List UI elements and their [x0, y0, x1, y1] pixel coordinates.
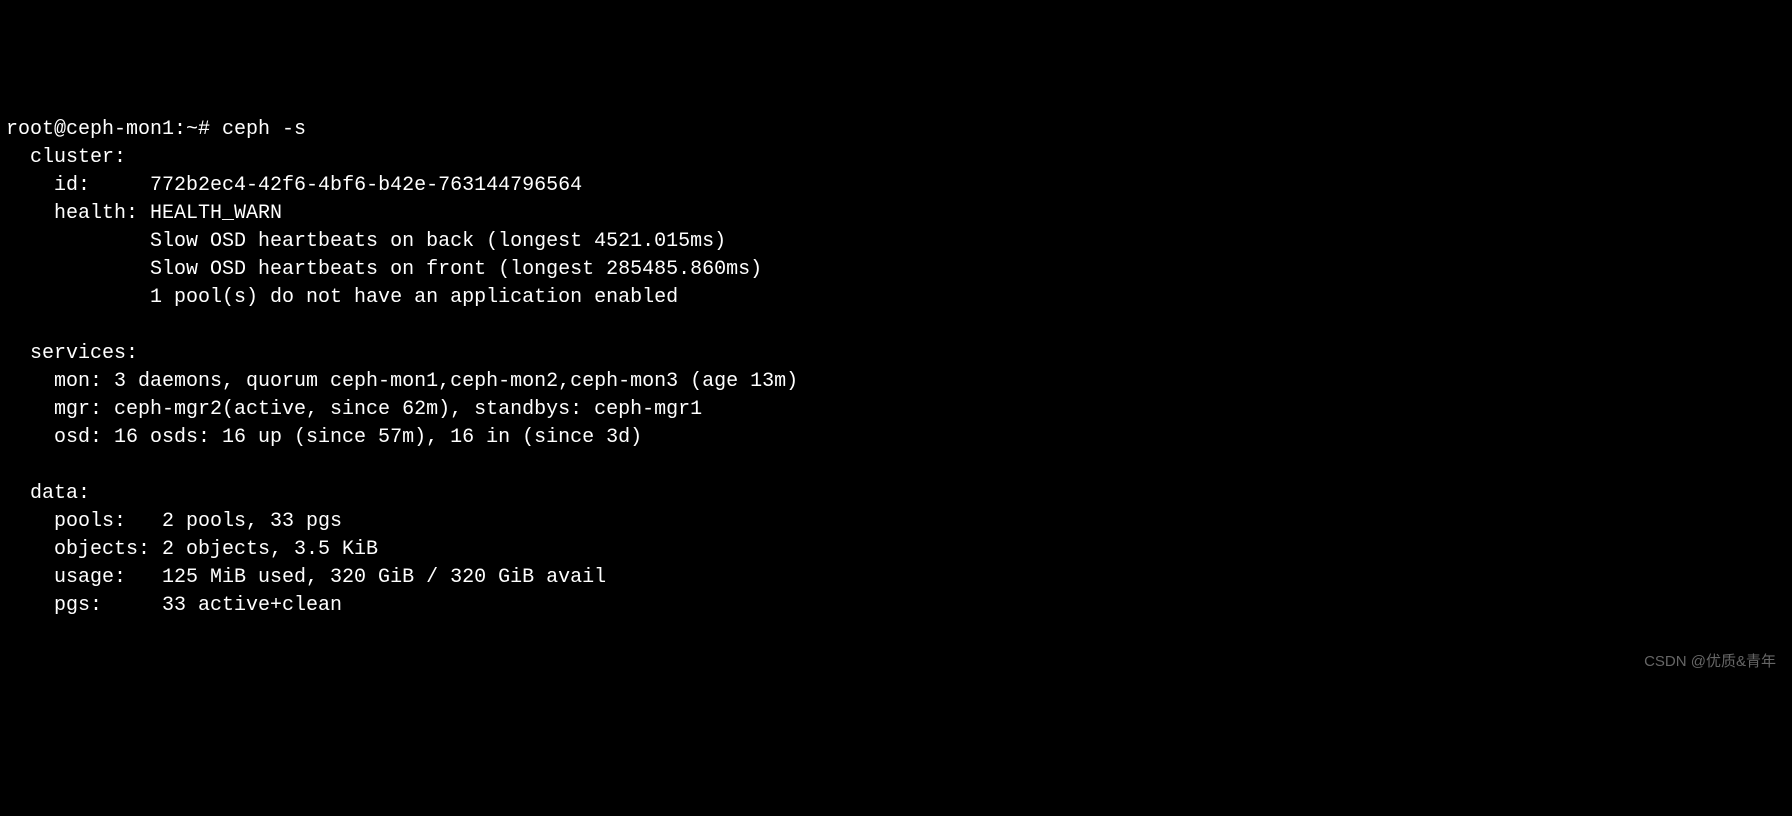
data-usage: usage: 125 MiB used, 320 GiB / 320 GiB a… — [6, 566, 606, 589]
data-pgs: pgs: 33 active+clean — [6, 594, 342, 617]
data-pools: pools: 2 pools, 33 pgs — [6, 510, 342, 533]
watermark-text: CSDN @优质&青年 — [1644, 651, 1776, 672]
health-value: HEALTH_WARN — [150, 202, 282, 225]
services-osd: osd: 16 osds: 16 up (since 57m), 16 in (… — [6, 426, 642, 449]
health-label: health: — [6, 202, 150, 225]
cluster-id-label: id: — [6, 174, 150, 197]
data-objects: objects: 2 objects, 3.5 KiB — [6, 538, 378, 561]
health-warning-3: 1 pool(s) do not have an application ena… — [6, 286, 678, 309]
services-mgr: mgr: ceph-mgr2(active, since 62m), stand… — [6, 398, 702, 421]
cluster-id-value: 772b2ec4-42f6-4bf6-b42e-763144796564 — [150, 174, 582, 197]
shell-prompt: root@ceph-mon1:~# — [6, 118, 222, 141]
data-header: data: — [6, 482, 90, 505]
health-warning-2: Slow OSD heartbeats on front (longest 28… — [6, 258, 762, 281]
terminal-output: root@ceph-mon1:~# ceph -s cluster: id: 7… — [6, 116, 1786, 620]
health-warning-1: Slow OSD heartbeats on back (longest 452… — [6, 230, 726, 253]
command-text: ceph -s — [222, 118, 306, 141]
cluster-header: cluster: — [6, 146, 126, 169]
services-mon: mon: 3 daemons, quorum ceph-mon1,ceph-mo… — [6, 370, 798, 393]
services-header: services: — [6, 342, 138, 365]
